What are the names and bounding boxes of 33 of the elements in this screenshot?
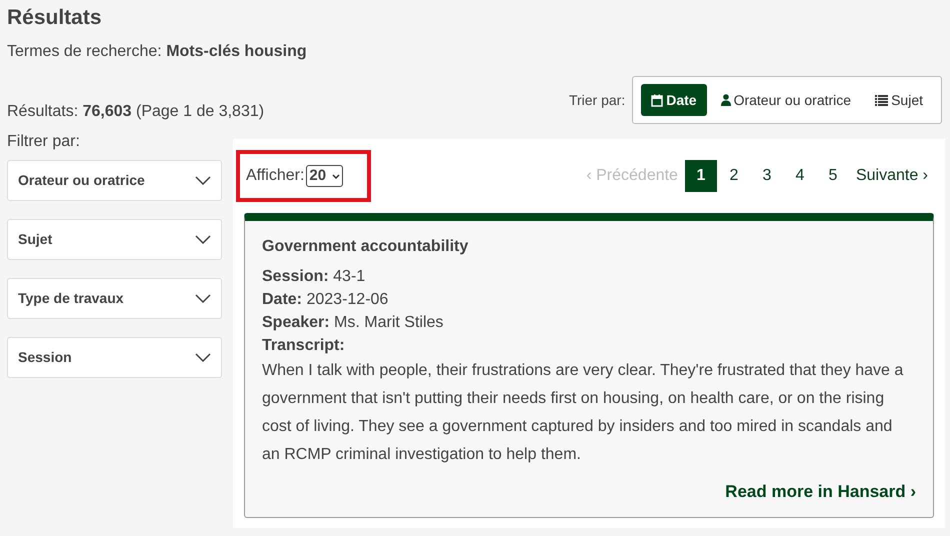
filter-dropdown[interactable]: Sujet xyxy=(7,219,222,260)
filter-dropdown[interactable]: Session xyxy=(7,337,222,378)
show-label: Afficher: xyxy=(246,166,304,186)
page-link[interactable]: 5 xyxy=(816,160,849,192)
result-title: Government accountability xyxy=(262,237,468,257)
page-link[interactable]: 1 xyxy=(684,160,717,192)
results-summary: Résultats: 76,603 (Page 1 de 3,831) xyxy=(7,102,264,122)
result-field: Session: 43-1 xyxy=(262,265,366,288)
chevron-icon xyxy=(195,176,211,185)
filter-dropdown[interactable]: Orateur ou oratrice xyxy=(7,160,222,201)
chevron-icon xyxy=(195,294,211,303)
chevron-icon xyxy=(195,353,211,362)
caret-icon xyxy=(332,174,340,178)
calendar-icon xyxy=(651,94,664,106)
read-more-link[interactable]: Read more in Hansard › xyxy=(725,479,916,504)
page-link[interactable]: 3 xyxy=(750,160,783,192)
transcript-label: Transcript: xyxy=(262,336,345,356)
search-terms: Termes de recherche: Mots-clés housing xyxy=(7,42,307,62)
page-link[interactable]: 4 xyxy=(784,160,816,192)
filter-label: Filtrer par: xyxy=(7,132,80,152)
result-field: Speaker: Ms. Marit Stiles xyxy=(262,311,444,334)
transcript-text: When I talk with people, their frustrations are very clear. They're frustrated that they have a government that isn't putting their needs first on housing, on health care, or on the rising cost of living. They see a government captured by insiders and too mired in scandals and an RCMP criminal investigation to help them. xyxy=(262,361,904,465)
page-link[interactable]: 2 xyxy=(718,160,750,192)
list-icon xyxy=(875,94,888,106)
result-field: Date: 2023-12-06 xyxy=(262,288,388,311)
person-icon xyxy=(720,94,731,106)
sort-label: Trier par: xyxy=(568,90,626,110)
page-title: Résultats xyxy=(7,5,102,31)
sort-button[interactable]: Date xyxy=(641,84,707,116)
page-size-select[interactable]: 20 xyxy=(306,165,344,187)
chevron-icon xyxy=(195,235,211,244)
next-link[interactable]: Suivante › xyxy=(850,160,934,192)
filter-dropdown[interactable]: Type de travaux xyxy=(7,278,222,319)
